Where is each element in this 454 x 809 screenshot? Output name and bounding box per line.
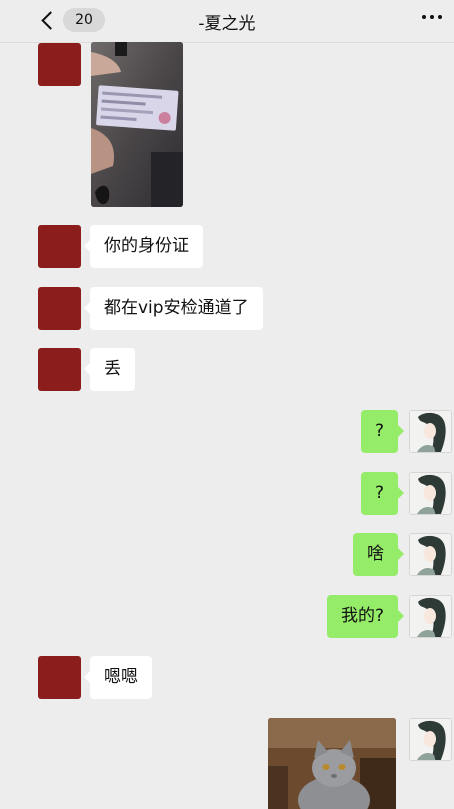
message-bubble-outgoing[interactable]: 啥 <box>353 533 404 576</box>
gray-cat-photo[interactable] <box>268 718 396 809</box>
contact-avatar[interactable] <box>38 43 81 86</box>
message-bubble-incoming[interactable]: 丢 <box>84 348 135 391</box>
message-bubble-incoming[interactable]: 嗯嗯 <box>84 656 152 699</box>
my-avatar[interactable] <box>409 718 452 761</box>
contact-avatar[interactable] <box>38 287 81 330</box>
message-bubble-outgoing[interactable]: ? <box>360 410 405 453</box>
message-bubble-outgoing[interactable]: ? <box>360 472 405 515</box>
contact-avatar[interactable] <box>38 225 81 268</box>
message-bubble-incoming[interactable]: 你的身份证 <box>84 225 203 268</box>
message-bubble-outgoing[interactable]: 我的? <box>326 595 405 638</box>
chat-screen: 20 -夏之光 你的身份证 都在vip安检通道了 丢 ? ? 啥 我的? 嗯嗯 <box>0 0 454 809</box>
message-bubble-incoming[interactable]: 都在vip安检通道了 <box>84 287 263 330</box>
id-card-photo[interactable] <box>91 42 183 207</box>
my-avatar[interactable] <box>409 472 452 515</box>
my-avatar[interactable] <box>409 410 452 453</box>
chat-header: 20 -夏之光 <box>0 0 454 43</box>
my-avatar[interactable] <box>409 595 452 638</box>
contact-avatar[interactable] <box>38 656 81 699</box>
contact-avatar[interactable] <box>38 348 81 391</box>
my-avatar[interactable] <box>409 533 452 576</box>
more-options-icon[interactable] <box>422 15 442 19</box>
chat-title: -夏之光 <box>198 14 256 34</box>
